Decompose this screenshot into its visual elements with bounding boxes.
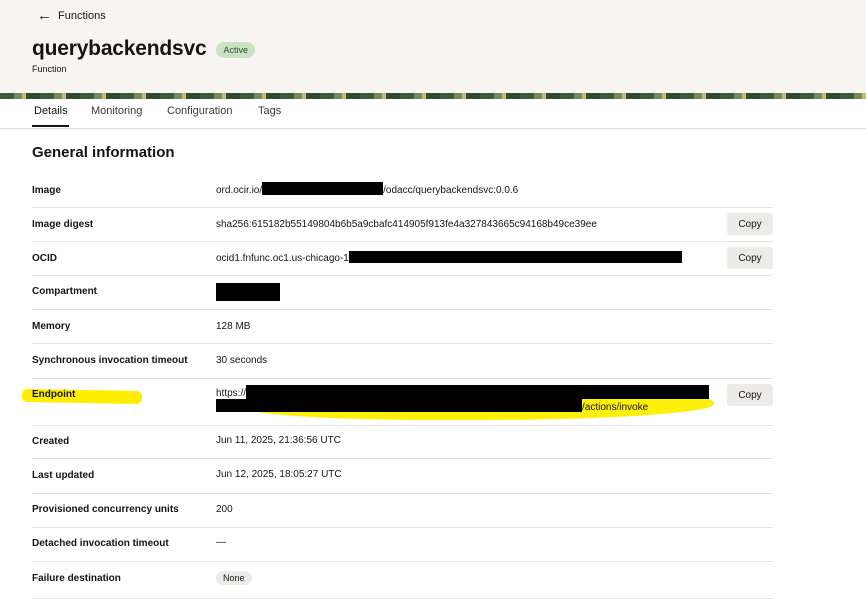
endpoint-value-suffix: /actions/invoke: [582, 402, 649, 413]
row-last-updated: Last updated Jun 12, 2025, 18:05:27 UTC: [32, 458, 773, 494]
row-ocid: OCID ocid1.fnfunc.oc1.us-chicago-1 Copy: [32, 241, 773, 276]
copy-ocid-button[interactable]: Copy: [727, 247, 773, 269]
row-label: Endpoint: [32, 389, 76, 400]
back-link-label: Functions: [58, 10, 106, 22]
copy-image-digest-button[interactable]: Copy: [727, 213, 773, 235]
section-title: General information: [32, 144, 175, 161]
row-detached-timeout: Detached invocation timeout —: [32, 527, 773, 562]
active-tab-indicator: [32, 125, 69, 127]
tab-configuration[interactable]: Configuration: [167, 105, 232, 117]
title-row: querybackendsvc Active: [32, 37, 255, 61]
row-label: Image digest: [32, 219, 94, 230]
redaction-box: [216, 399, 582, 413]
page-subtitle: Function: [32, 64, 67, 74]
row-image: Image ord.ocir.io/ /odacc/querybackendsvc…: [32, 174, 773, 208]
image-digest-value: sha256:615182b55149804b6b5a9cbafc414905f…: [216, 219, 597, 230]
failure-destination-value: None: [216, 571, 252, 585]
tab-monitoring[interactable]: Monitoring: [91, 105, 142, 117]
image-value-prefix: ord.ocir.io/: [216, 185, 263, 196]
redaction-box: [262, 182, 384, 196]
endpoint-value-line1: https://: [216, 385, 710, 400]
detached-timeout-value: —: [216, 537, 226, 548]
row-provisioned-concurrency: Provisioned concurrency units 200: [32, 493, 773, 528]
status-badge: Active: [216, 42, 255, 58]
image-value-suffix: /odacc/querybackendsvc:0.0.6: [383, 185, 519, 196]
page-title: querybackendsvc: [32, 37, 207, 60]
copy-endpoint-button[interactable]: Copy: [727, 384, 773, 406]
created-value: Jun 11, 2025, 21:36:56 UTC: [216, 435, 341, 446]
endpoint-value-prefix: https://: [216, 388, 247, 400]
row-image-digest: Image digest sha256:615182b55149804b6b5a…: [32, 207, 773, 242]
image-value: ord.ocir.io/ /odacc/querybackendsvc:0.0.6: [216, 182, 519, 196]
endpoint-value-line2: /actions/invoke: [216, 399, 649, 413]
row-label: Failure destination: [32, 573, 121, 584]
arrow-left-icon: ←: [37, 7, 52, 24]
row-label: Compartment: [32, 286, 98, 297]
redaction-box: [246, 385, 710, 399]
row-label: Memory: [32, 321, 71, 332]
row-label: OCID: [32, 253, 57, 264]
row-label: Provisioned concurrency units: [32, 504, 179, 515]
row-label: Detached invocation timeout: [32, 538, 169, 549]
row-label: Last updated: [32, 470, 95, 481]
redaction-box: [216, 283, 280, 301]
back-to-functions-link[interactable]: ← Functions: [37, 7, 106, 24]
sync-timeout-value: 30 seconds: [216, 355, 268, 366]
row-compartment: Compartment: [32, 275, 773, 310]
row-failure-destination: Failure destination None: [32, 561, 773, 599]
row-created: Created Jun 11, 2025, 21:36:56 UTC: [32, 425, 773, 459]
none-badge: None: [216, 571, 252, 585]
redaction-box: [348, 250, 682, 263]
tab-bar: Details Monitoring Configuration Tags: [0, 99, 866, 129]
provisioned-concurrency-value: 200: [216, 504, 233, 515]
tab-details[interactable]: Details: [34, 105, 68, 117]
row-label: Synchronous invocation timeout: [32, 355, 188, 366]
ocid-value-prefix: ocid1.fnfunc.oc1.us-chicago-1: [216, 253, 349, 264]
last-updated-value: Jun 12, 2025, 18:05:27 UTC: [216, 469, 342, 480]
row-sync-timeout: Synchronous invocation timeout 30 second…: [32, 343, 773, 379]
memory-value: 128 MB: [216, 321, 251, 332]
row-label: Image: [32, 185, 61, 196]
tab-tags[interactable]: Tags: [258, 105, 281, 117]
row-memory: Memory 128 MB: [32, 309, 773, 344]
row-endpoint: Endpoint https:// /actions/invoke Copy: [21, 378, 773, 426]
compartment-value[interactable]: [216, 283, 280, 301]
row-label: Created: [32, 436, 70, 447]
ocid-value: ocid1.fnfunc.oc1.us-chicago-1: [216, 250, 682, 264]
